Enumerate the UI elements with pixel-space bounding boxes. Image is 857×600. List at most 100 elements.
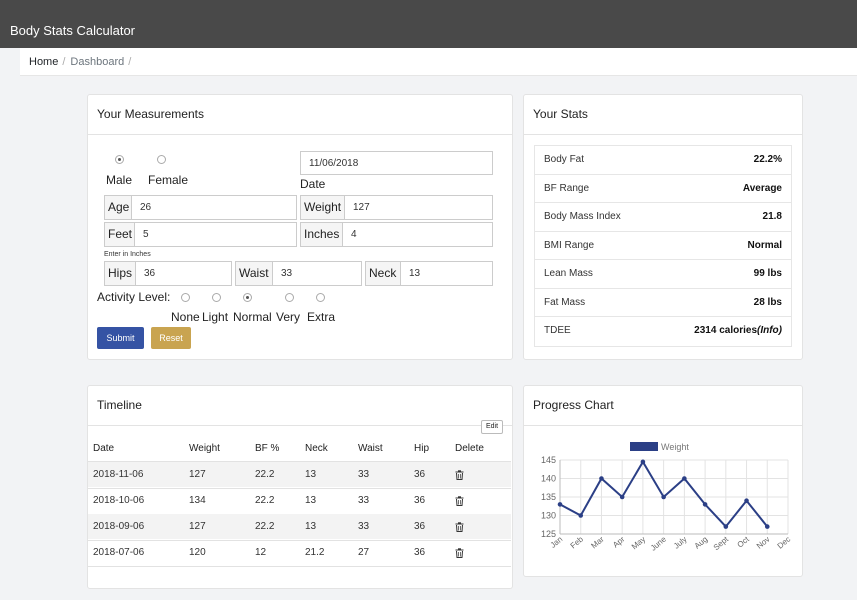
submit-button[interactable]: Submit	[97, 327, 144, 349]
sex-female-radio[interactable]	[157, 155, 166, 164]
activity-light-radio[interactable]	[212, 293, 221, 302]
activity-very-label: Very	[276, 310, 301, 324]
trash-icon[interactable]	[455, 496, 464, 506]
feet-input[interactable]: 5	[134, 222, 297, 247]
table-divider	[88, 488, 511, 489]
table-cell-hip: 36	[414, 521, 426, 532]
stat-value: 21.8	[762, 211, 782, 222]
neck-input[interactable]: 13	[400, 261, 493, 286]
activity-none-radio[interactable]	[181, 293, 190, 302]
table-cell-hip: 36	[414, 547, 426, 558]
weight-label: Weight	[300, 195, 345, 220]
sex-male-label: Male	[106, 173, 133, 187]
age-input[interactable]: 26	[131, 195, 297, 220]
stat-value: Average	[742, 182, 782, 194]
measurements-title: Your Measurements	[88, 95, 512, 135]
table-cell-bf: 12	[255, 547, 267, 558]
table-row	[88, 462, 511, 487]
timeline-card: Timeline	[87, 385, 513, 589]
activity-extra-label: Extra	[307, 310, 336, 324]
stat-label: TDEE	[544, 325, 571, 336]
table-cell-hip: 36	[414, 495, 426, 506]
trash-icon[interactable]	[455, 548, 464, 558]
date-label: Date	[300, 177, 326, 191]
table-cell-date: 2018-10-06	[93, 495, 145, 506]
hips-input[interactable]: 36	[135, 261, 232, 286]
stat-value: 2314 calories(Info)	[694, 325, 782, 336]
x-tick-label: June	[649, 534, 668, 552]
reset-button[interactable]: Reset	[151, 327, 191, 349]
table-divider	[88, 566, 511, 567]
activity-very-radio[interactable]	[285, 293, 294, 302]
breadcrumb-current: Dashboard	[70, 56, 125, 68]
inches-input[interactable]: 4	[342, 222, 493, 247]
stat-row: BMI Range Normal	[535, 232, 791, 260]
data-point	[619, 494, 625, 500]
table-cell-bf: 22.2	[255, 495, 275, 506]
enter-in-inches-note: Enter in Inches	[104, 251, 151, 258]
hips-label: Hips	[104, 261, 136, 286]
stat-row: Body Fat 22.2%	[535, 146, 791, 175]
breadcrumb-home-link[interactable]: Home	[29, 56, 58, 68]
tdee-info-link[interactable]: (Info)	[757, 325, 782, 336]
column-header-neck: Neck	[305, 443, 328, 454]
table-cell-weight: 127	[189, 469, 206, 480]
table-cell-bf: 22.2	[255, 521, 275, 532]
column-header-weight: Weight	[189, 443, 220, 454]
table-cell-hip: 36	[414, 469, 426, 480]
weight-input[interactable]: 127	[344, 195, 493, 220]
date-input[interactable]: 11/06/2018	[300, 151, 493, 175]
trash-icon[interactable]	[455, 522, 464, 532]
sex-male-radio[interactable]	[115, 155, 124, 164]
waist-input[interactable]: 33	[272, 261, 362, 286]
stat-label: Body Fat	[544, 154, 585, 165]
column-header-hip: Hip	[414, 443, 430, 454]
stat-label: BF Range	[544, 182, 590, 194]
data-point	[661, 494, 666, 500]
column-header-date: Date	[93, 443, 115, 454]
data-point	[640, 459, 646, 465]
table-row	[88, 514, 511, 539]
activity-extra-radio[interactable]	[316, 293, 325, 302]
table-cell-neck: 13	[305, 495, 317, 506]
table-cell-waist: 33	[358, 521, 370, 532]
table-cell-date: 2018-09-06	[93, 521, 145, 532]
activity-none-label: None	[171, 310, 200, 324]
table-cell-neck: 21.2	[305, 547, 325, 558]
stat-row: Fat Mass 28 lbs	[535, 289, 791, 317]
x-tick-label: Dec	[776, 535, 793, 551]
data-point	[682, 476, 687, 481]
table-cell-weight: 127	[189, 521, 206, 532]
x-tick-label: Apr	[611, 534, 627, 549]
y-tick-label: 135	[541, 492, 556, 502]
column-header-waist: Waist	[358, 443, 383, 454]
edit-button[interactable]: Edit	[481, 420, 503, 434]
x-tick-label: Mar	[589, 534, 606, 550]
column-header-bf: BF %	[255, 443, 280, 454]
y-tick-label: 130	[541, 511, 556, 521]
progress-title: Progress Chart	[524, 386, 802, 426]
activity-normal-radio[interactable]	[243, 293, 252, 302]
x-tick-label: Sept	[712, 534, 731, 552]
table-cell-waist: 33	[358, 495, 370, 506]
stat-row: TDEE 2314 calories(Info)	[535, 317, 791, 346]
x-tick-label: Oct	[736, 534, 752, 549]
table-cell-waist: 27	[358, 547, 370, 558]
app-title[interactable]: Body Stats Calculator	[10, 23, 135, 38]
stats-table: Body Fat 22.2% BF Range Average Body Mass In…	[534, 145, 792, 347]
activity-normal-label: Normal	[233, 310, 272, 324]
table-cell-waist: 33	[358, 469, 370, 480]
trash-icon[interactable]	[455, 470, 464, 480]
timeline-title: Timeline	[88, 386, 512, 426]
table-cell-bf: 22.2	[255, 469, 275, 480]
x-tick-label: July	[672, 535, 689, 551]
activity-light-label: Light	[202, 310, 229, 324]
table-cell-weight: 120	[189, 547, 206, 558]
y-tick-label: 145	[541, 455, 556, 465]
legend-swatch	[630, 442, 658, 451]
data-point	[723, 524, 729, 529]
table-cell-weight: 134	[189, 495, 206, 506]
x-tick-label: Feb	[569, 534, 586, 550]
data-point	[764, 524, 770, 529]
stat-value: 22.2%	[753, 154, 782, 165]
